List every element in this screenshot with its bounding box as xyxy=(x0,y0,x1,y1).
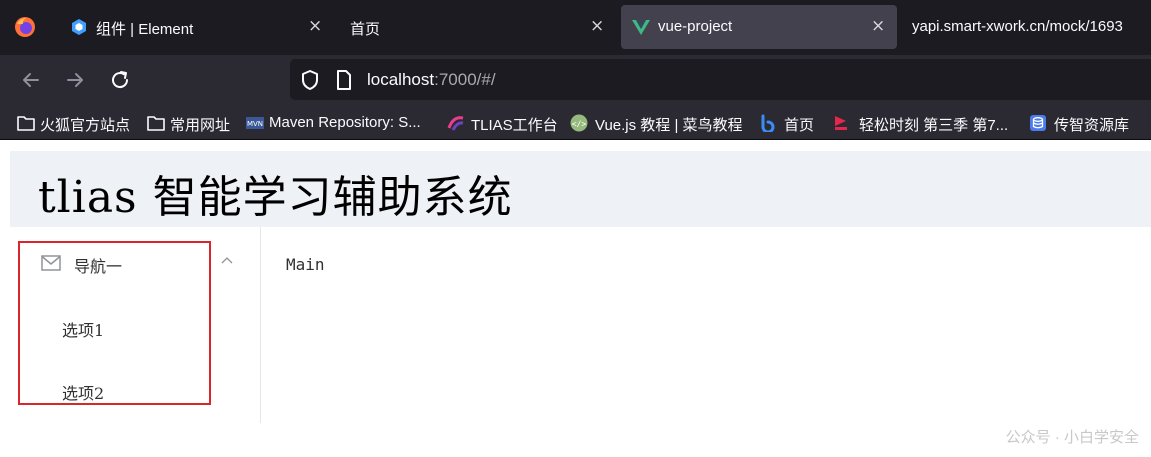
url-host: localhost xyxy=(367,70,435,89)
tab-title: yapi.smart-xwork.cn/mock/1693 xyxy=(912,18,1123,35)
page-icon[interactable] xyxy=(336,70,352,90)
main-content: Main xyxy=(262,227,1151,457)
shield-icon[interactable] xyxy=(300,69,320,91)
submenu-nav-one[interactable]: 导航一 xyxy=(10,227,260,297)
tab-close-icon[interactable]: × xyxy=(308,16,322,36)
arrow-up-icon xyxy=(221,257,233,264)
svg-text:MVN: MVN xyxy=(247,120,263,128)
page-viewport: tlias 智能学习辅助系统 导航一 选项1 选项2 Main 公众号 · 小白… xyxy=(0,141,1151,457)
reload-icon[interactable] xyxy=(108,68,132,92)
tab-title: vue-project xyxy=(658,18,733,35)
submenu-label: 导航一 xyxy=(74,259,123,276)
bookmark-label: 轻松时刻 第三季 第7... xyxy=(859,117,1009,134)
address-bar[interactable]: localhost:7000/#/ xyxy=(290,59,1151,100)
bilibili-icon xyxy=(761,114,775,132)
app-header: tlias 智能学习辅助系统 xyxy=(10,151,1151,227)
svg-text:</>: </> xyxy=(572,120,587,129)
tlias-icon xyxy=(447,116,464,131)
url-text[interactable]: localhost:7000/#/ xyxy=(367,70,496,90)
tab-element[interactable]: 组件 | Element × xyxy=(56,5,336,49)
bookmark-label: Vue.js 教程 | 菜鸟教程 xyxy=(595,117,743,134)
page-title: tlias 智能学习辅助系统 xyxy=(38,172,513,223)
maven-icon: MVN xyxy=(246,117,264,129)
bookmark-label: TLIAS工作台 xyxy=(471,117,558,134)
database-icon xyxy=(1030,115,1046,131)
tab-yapi[interactable]: yapi.smart-xwork.cn/mock/1693 xyxy=(898,5,1151,49)
message-icon xyxy=(41,255,61,271)
menu-item-label: 选项1 xyxy=(62,321,105,340)
bookmark-label: 常用网址 xyxy=(170,117,231,134)
tab-vue-project[interactable]: vue-project × xyxy=(621,5,897,49)
bookmark-label: Maven Repository: S... xyxy=(269,114,421,131)
main-text: Main xyxy=(286,255,325,274)
tab-title: 首页 xyxy=(350,21,381,38)
firefox-logo-icon[interactable] xyxy=(14,16,36,38)
runoob-icon: </> xyxy=(570,114,588,132)
menu-item-label: 选项2 xyxy=(62,384,105,403)
tab-title: 组件 | Element xyxy=(96,21,194,38)
back-arrow-icon[interactable] xyxy=(19,68,43,92)
menu-item-option-2[interactable]: 选项2 xyxy=(10,362,260,418)
bookmark-label: 传智资源库 xyxy=(1054,117,1130,134)
bookmark-label: 火狐官方站点 xyxy=(40,117,131,134)
url-path: :7000/#/ xyxy=(434,70,496,89)
bookmarks-toolbar: 火狐官方站点 常用网址 MVN Maven Repository: S... T… xyxy=(0,106,1151,140)
vue-logo-icon xyxy=(632,20,650,35)
tab-close-icon[interactable]: × xyxy=(871,16,885,36)
navigation-toolbar: localhost:7000/#/ xyxy=(0,55,1151,106)
element-logo-icon xyxy=(72,19,86,35)
video-icon xyxy=(835,116,847,130)
bookmark-label: 首页 xyxy=(784,117,815,134)
watermark-text: 公众号 · 小白学安全 xyxy=(1005,429,1139,446)
folder-icon xyxy=(147,116,165,131)
tab-home[interactable]: 首页 × xyxy=(336,5,618,49)
sidebar-menu: 导航一 选项1 选项2 xyxy=(10,227,261,423)
forward-arrow-icon[interactable] xyxy=(63,68,87,92)
menu-item-option-1[interactable]: 选项1 xyxy=(10,299,260,355)
tab-bar: 组件 | Element × 首页 × vue-project × yapi.s… xyxy=(0,0,1151,55)
folder-icon xyxy=(17,116,35,131)
tab-close-icon[interactable]: × xyxy=(590,16,604,36)
